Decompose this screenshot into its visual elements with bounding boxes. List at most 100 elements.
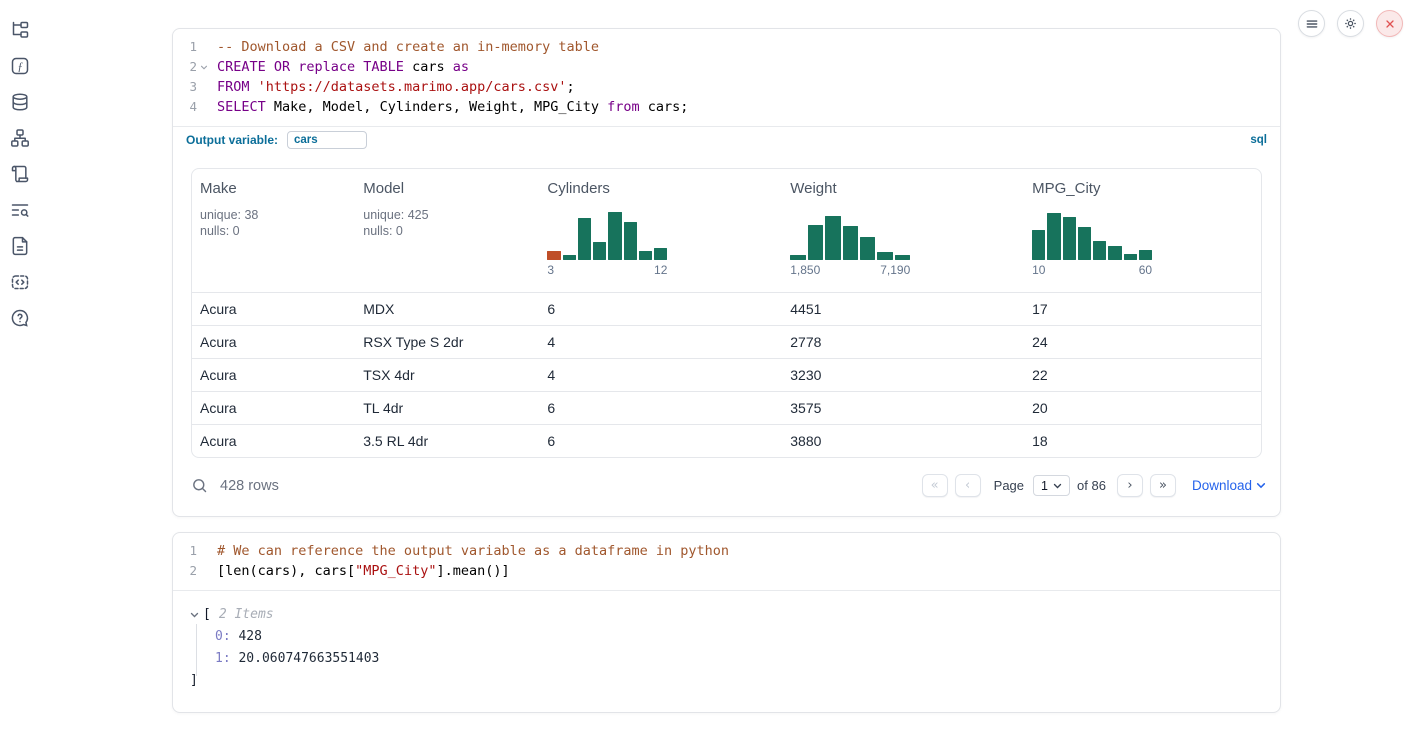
histogram-bar[interactable] bbox=[578, 218, 591, 260]
next-page-button[interactable]: › bbox=[1117, 474, 1143, 497]
column-name: MPG_City bbox=[1032, 180, 1257, 197]
sidebar-item-datasources[interactable] bbox=[0, 84, 40, 120]
code-line[interactable]: 1# We can reference the output variable … bbox=[173, 541, 1280, 561]
sidebar-item-help[interactable] bbox=[0, 300, 40, 336]
download-button[interactable]: Download bbox=[1192, 478, 1266, 493]
gear-icon bbox=[1343, 16, 1358, 31]
column-name: Cylinders bbox=[547, 180, 778, 197]
table-cell: 6 bbox=[539, 433, 782, 449]
histogram-bar[interactable] bbox=[1047, 213, 1060, 260]
python-code-editor[interactable]: 1# We can reference the output variable … bbox=[173, 533, 1280, 590]
sql-cell: 1-- Download a CSV and create an in-memo… bbox=[172, 28, 1281, 517]
output-variable-label: Output variable: bbox=[186, 133, 278, 147]
table-header-row: Make unique: 38nulls: 0Modelunique: 425nu… bbox=[192, 169, 1261, 292]
table-cell: 6 bbox=[539, 301, 782, 317]
table-row[interactable]: AcuraMDX6445117 bbox=[192, 292, 1261, 325]
search-icon[interactable] bbox=[191, 477, 208, 494]
menu-icon bbox=[1305, 17, 1319, 31]
code-line[interactable]: 1-- Download a CSV and create an in-memo… bbox=[173, 37, 1280, 57]
histogram-bar[interactable] bbox=[895, 255, 910, 260]
column-header-weight[interactable]: Weight1,8507,190 bbox=[782, 169, 1024, 292]
code-line[interactable]: 3FROM 'https://datasets.marimo.app/cars.… bbox=[173, 77, 1280, 97]
sidebar-item-logs[interactable] bbox=[0, 192, 40, 228]
column-histogram[interactable] bbox=[547, 212, 667, 260]
sidebar-item-file-explorer[interactable] bbox=[0, 12, 40, 48]
code-text: CREATE OR replace TABLE cars as bbox=[210, 57, 469, 77]
table-cell: Acura bbox=[192, 334, 355, 350]
item-index: 0: bbox=[215, 629, 231, 644]
table-cell: 4 bbox=[539, 334, 782, 350]
histogram-bar[interactable] bbox=[808, 225, 823, 260]
histogram-bar[interactable] bbox=[1139, 250, 1152, 260]
histogram-bar[interactable] bbox=[1078, 227, 1091, 260]
histogram-bar[interactable] bbox=[547, 251, 560, 260]
help-icon bbox=[10, 308, 30, 328]
code-text: FROM 'https://datasets.marimo.app/cars.c… bbox=[210, 77, 575, 97]
histogram-bar[interactable] bbox=[1063, 217, 1076, 260]
code-line[interactable]: 4SELECT Make, Model, Cylinders, Weight, … bbox=[173, 97, 1280, 117]
histogram-bar[interactable] bbox=[1093, 241, 1106, 260]
line-number: 2 bbox=[173, 57, 197, 77]
snippets-icon bbox=[10, 272, 30, 292]
table-cell: 3.5 RL 4dr bbox=[355, 433, 539, 449]
tree-guide-line bbox=[196, 624, 197, 676]
open-bracket: [ bbox=[203, 604, 211, 626]
sidebar-item-dependency-graph[interactable] bbox=[0, 120, 40, 156]
page-select[interactable]: 1 bbox=[1033, 475, 1070, 496]
table-cell: 22 bbox=[1024, 367, 1261, 383]
line-number: 1 bbox=[173, 37, 197, 57]
collapse-caret-icon[interactable] bbox=[190, 612, 199, 618]
item-value: 20.060747663551403 bbox=[231, 651, 380, 666]
settings-button[interactable] bbox=[1337, 10, 1364, 37]
table-row[interactable]: AcuraTSX 4dr4323022 bbox=[192, 358, 1261, 391]
histogram-bar[interactable] bbox=[825, 216, 840, 260]
column-histogram[interactable] bbox=[790, 212, 910, 260]
histogram-bar[interactable] bbox=[639, 251, 652, 260]
sidebar-item-variables[interactable]: ƒ bbox=[0, 48, 40, 84]
code-line[interactable]: 2 CREATE OR replace TABLE cars as bbox=[173, 57, 1280, 77]
sidebar-item-outline[interactable] bbox=[0, 156, 40, 192]
histogram-bar[interactable] bbox=[790, 255, 805, 260]
column-header-model[interactable]: Modelunique: 425nulls: 0 bbox=[355, 169, 539, 292]
close-bracket: ] bbox=[190, 670, 1264, 692]
menu-button[interactable] bbox=[1298, 10, 1325, 37]
table-row[interactable]: AcuraRSX Type S 2dr4277824 bbox=[192, 325, 1261, 358]
column-name: Model bbox=[363, 180, 535, 197]
code-line[interactable]: 2[len(cars), cars["MPG_City"].mean()] bbox=[173, 561, 1280, 581]
histogram-bar[interactable] bbox=[654, 248, 667, 260]
column-header-mpg_city[interactable]: MPG_City1060 bbox=[1024, 169, 1261, 292]
line-number: 2 bbox=[173, 561, 197, 581]
column-header-cylinders[interactable]: Cylinders312 bbox=[539, 169, 782, 292]
histogram-bar[interactable] bbox=[1032, 230, 1045, 260]
column-stats: unique: 38nulls: 0 bbox=[200, 207, 351, 239]
sidebar-item-documentation[interactable] bbox=[0, 228, 40, 264]
histogram-bar[interactable] bbox=[860, 237, 875, 260]
column-header-make[interactable]: Make unique: 38nulls: 0 bbox=[192, 169, 355, 292]
prev-page-button[interactable]: ‹ bbox=[955, 474, 981, 497]
column-name: Make bbox=[200, 180, 351, 197]
sidebar: ƒ bbox=[0, 12, 40, 336]
output-variable-input[interactable] bbox=[287, 131, 367, 149]
sidebar-item-snippets[interactable] bbox=[0, 264, 40, 300]
table-row[interactable]: Acura3.5 RL 4dr6388018 bbox=[192, 424, 1261, 457]
last-page-button[interactable]: » bbox=[1150, 474, 1176, 497]
histogram-bar[interactable] bbox=[563, 255, 576, 260]
fold-arrow-icon[interactable] bbox=[197, 57, 210, 77]
histogram-bar[interactable] bbox=[593, 242, 606, 260]
language-badge[interactable]: sql bbox=[1250, 134, 1267, 146]
histogram-bar[interactable] bbox=[1124, 254, 1137, 260]
items-count-label: 2 Items bbox=[219, 604, 274, 626]
histogram-bar[interactable] bbox=[877, 252, 892, 260]
sql-code-editor[interactable]: 1-- Download a CSV and create an in-memo… bbox=[173, 29, 1280, 126]
first-page-button[interactable]: « bbox=[922, 474, 948, 497]
line-number: 1 bbox=[173, 541, 197, 561]
file-tree-icon bbox=[10, 20, 30, 40]
histogram-bar[interactable] bbox=[1108, 246, 1121, 260]
table-row[interactable]: AcuraTL 4dr6357520 bbox=[192, 391, 1261, 424]
table-footer: 428 rows « ‹ Page 1 of 86 › » Download bbox=[191, 458, 1266, 513]
column-histogram[interactable] bbox=[1032, 212, 1152, 260]
histogram-bar[interactable] bbox=[624, 222, 637, 260]
histogram-bar[interactable] bbox=[843, 226, 858, 260]
histogram-bar[interactable] bbox=[608, 212, 621, 260]
shutdown-button[interactable] bbox=[1376, 10, 1403, 37]
